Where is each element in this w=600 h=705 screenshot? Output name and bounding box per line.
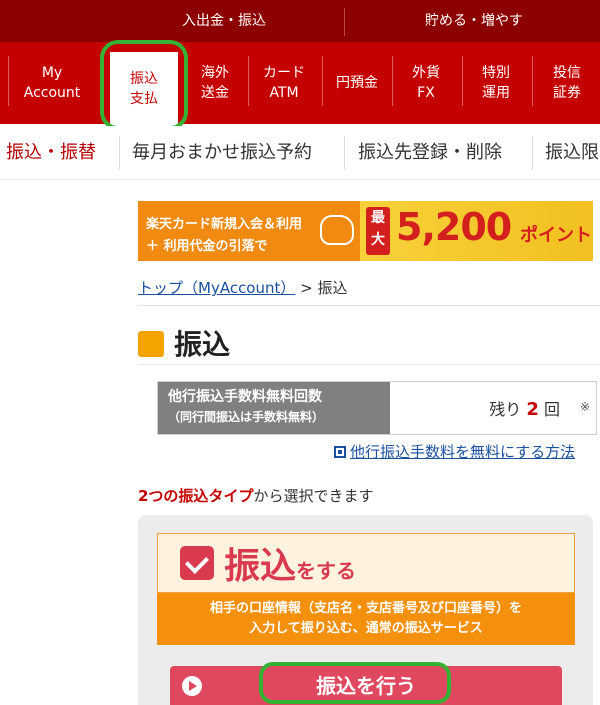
tab-monthly-label: 毎月おまかせ振込予約: [132, 142, 312, 163]
nav-item-label: 外貨 FX: [412, 65, 440, 101]
remaining-note-mark: ※: [579, 400, 590, 414]
free-transfer-count-label: 他行振込手数料無料回数 （同行間振込は手数料無料）: [158, 382, 390, 434]
title-marker-icon: [138, 331, 164, 357]
promo-max-badge: 最大: [366, 207, 390, 255]
nav-item-investment-securities[interactable]: 投信 証券: [534, 42, 600, 124]
piggy-bank-icon: [320, 215, 354, 245]
top-bar-divider: [344, 8, 345, 36]
remaining-number: 2: [526, 399, 539, 420]
nav-item-yen-deposit[interactable]: 円預金: [324, 42, 390, 124]
promo-points-unit: ポイント: [520, 225, 592, 246]
sub-tabs: 振込・振替 毎月おまかせ振込予約 振込先登録・削除 振込限: [0, 126, 600, 180]
transfer-types-intro: 2つの振込タイプから選択できます: [138, 485, 373, 506]
promo-line-1: 楽天カード新規入会＆利用: [146, 217, 303, 232]
tab-transfer-label: 振込・振替: [6, 142, 96, 163]
promo-line-2: ＋ 利用代金の引落で: [146, 239, 268, 254]
tab-payee-label: 振込先登録・削除: [358, 142, 502, 163]
tab-limit-label: 振込限: [545, 142, 599, 163]
remaining-prefix: 残り: [489, 400, 522, 419]
nav-item-my-account[interactable]: My Account: [0, 42, 104, 124]
nav-item-label: 振込 支払: [130, 71, 158, 107]
category-save-grow[interactable]: 貯める・増やす: [348, 0, 600, 42]
promo-points-amount: 5,200: [396, 205, 512, 249]
divider-line: [138, 305, 600, 306]
transfer-option-title-suffix: をする: [296, 559, 357, 583]
breadcrumb-separator: >: [295, 279, 318, 297]
nav-item-label: My Account: [23, 65, 81, 101]
nav-item-label: 特別 運用: [482, 65, 510, 101]
transfer-types-rest: から選択できます: [253, 487, 374, 505]
divider-line: [138, 364, 600, 365]
nav-item-label: 投信 証券: [553, 65, 581, 101]
free-transfer-count-subtitle: （同行間振込は手数料無料）: [168, 410, 325, 424]
promo-banner-left: 楽天カード新規入会＆利用 ＋ 利用代金の引落で: [138, 201, 360, 261]
remaining-count: 残り 2 回: [489, 396, 560, 420]
nav-divider: [322, 56, 323, 106]
free-fee-method-link-text: 他行振込手数料を無料にする方法: [350, 443, 576, 461]
remaining-suffix: 回: [543, 400, 560, 419]
tab-divider: [532, 136, 533, 170]
nav-item-foreign-fx[interactable]: 外貨 FX: [394, 42, 458, 124]
nav-item-overseas-remittance[interactable]: 海外 送金: [184, 42, 246, 124]
transfer-option-header: [157, 533, 575, 593]
transfer-option-description: 相手の口座情報（支店名・支店番号及び口座番号）を 入力して振り込む、通常の振込サ…: [157, 593, 575, 645]
nav-divider: [392, 56, 393, 106]
transfer-desc-line-1: 相手の口座情報（支店名・支店番号及び口座番号）を: [209, 601, 522, 616]
nav-item-card-atm[interactable]: カード ATM: [250, 42, 318, 124]
tab-divider: [119, 136, 120, 170]
tab-payee-registration[interactable]: 振込先登録・削除: [358, 126, 502, 180]
check-icon: [180, 546, 214, 580]
nav-divider: [8, 56, 9, 106]
do-transfer-button[interactable]: 振込を行う: [170, 666, 562, 705]
nav-divider: [462, 56, 463, 106]
nav-item-label: 海外 送金: [201, 65, 229, 101]
free-transfer-count-value: 残り 2 回 ※: [390, 382, 596, 434]
transfer-option-title: 振込をする: [224, 537, 356, 589]
nav-divider: [248, 56, 249, 106]
nav-item-special-management[interactable]: 特別 運用: [464, 42, 528, 124]
do-transfer-button-label: 振込を行う: [316, 674, 416, 698]
transfer-option-title-main: 振込: [224, 546, 297, 587]
free-fee-method-link[interactable]: 他行振込手数料を無料にする方法: [334, 441, 575, 462]
main-nav: My Account 振込 支払 海外 送金 カード ATM 円預金 外貨 FX…: [0, 42, 600, 126]
category-save-grow-label: 貯める・増やす: [425, 13, 523, 29]
category-deposit-transfer-label: 入出金・振込: [182, 13, 266, 29]
nav-item-transfer-payment[interactable]: 振込 支払: [110, 48, 178, 126]
tab-transfer-limit[interactable]: 振込限: [545, 126, 599, 180]
tab-transfer[interactable]: 振込・振替: [6, 126, 96, 180]
transfer-desc-line-2: 入力して振り込む、通常の振込サービス: [249, 621, 483, 636]
top-category-bar: 入出金・振込 貯める・増やす: [0, 0, 600, 42]
breadcrumb-current: 振込: [317, 279, 348, 297]
breadcrumb: トップ（MyAccount） > 振込: [138, 277, 348, 298]
breadcrumb-top-link[interactable]: トップ（MyAccount）: [138, 279, 295, 297]
external-link-icon: [334, 446, 346, 458]
promo-banner-right: 最大 5,200 ポイント: [360, 201, 593, 261]
nav-item-label: 円預金: [336, 75, 378, 91]
transfer-types-emphasis: 2つの振込タイプ: [138, 487, 254, 505]
promo-banner[interactable]: 楽天カード新規入会＆利用 ＋ 利用代金の引落で 最大 5,200 ポイント: [138, 201, 593, 261]
free-transfer-count-box: 他行振込手数料無料回数 （同行間振込は手数料無料） 残り 2 回 ※: [157, 381, 597, 435]
free-transfer-count-title: 他行振込手数料無料回数: [168, 389, 322, 405]
tab-monthly-scheduled-transfer[interactable]: 毎月おまかせ振込予約: [132, 126, 312, 180]
tab-divider: [344, 136, 345, 170]
nav-divider: [532, 56, 533, 106]
page-title: 振込: [174, 328, 231, 361]
nav-item-label: カード ATM: [263, 65, 305, 101]
